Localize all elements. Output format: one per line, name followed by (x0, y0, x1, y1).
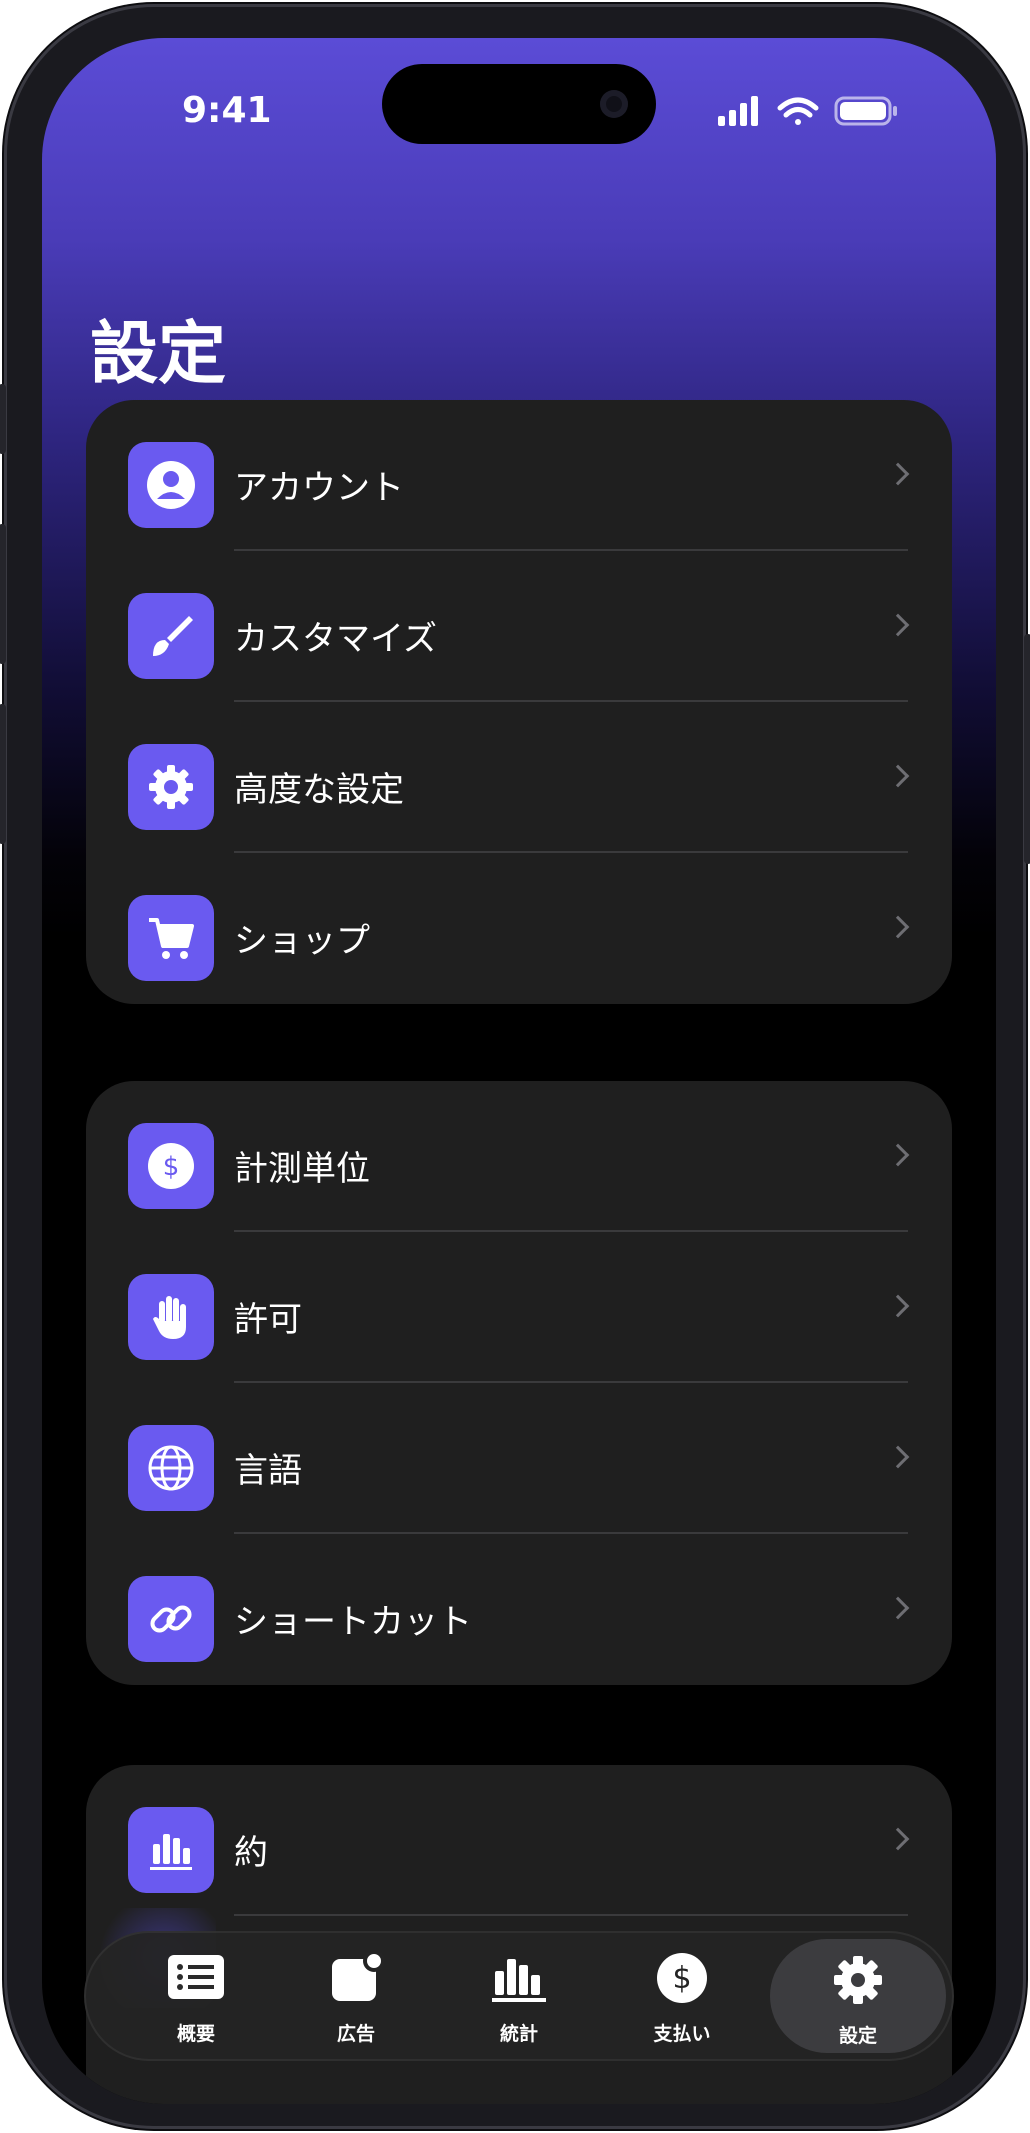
wifi-icon (777, 97, 819, 125)
status-bar: 9:41 (42, 38, 996, 158)
settings-row-units[interactable]: $ 計測単位 (86, 1081, 952, 1232)
bar-chart-icon (128, 1807, 214, 1893)
chevron-right-icon (886, 613, 910, 637)
dynamic-island (382, 64, 656, 144)
settings-row-account[interactable]: アカウント (86, 400, 952, 551)
tab-label: 広告 (336, 2023, 375, 2045)
settings-row-about[interactable]: 約 (86, 1765, 952, 1916)
dollar-circle-icon: $ (128, 1123, 214, 1209)
gear-icon (830, 1955, 886, 2005)
chevron-right-icon (886, 764, 910, 788)
tab-label: 支払い (653, 2023, 711, 2045)
link-icon (128, 1576, 214, 1662)
mute-switch (0, 384, 6, 454)
list-icon (168, 1953, 224, 2003)
settings-group-preferences: $ 計測単位 許可 言語 ショートカット (86, 1081, 952, 1685)
settings-row-label: 許可 (234, 1300, 302, 1340)
phone-frame: 9:41 設定 アカウント カスタマイズ 高度な設定 ショップ $ 計測単位 許… (0, 4, 1030, 2129)
svg-text:$: $ (163, 1152, 180, 1182)
globe-icon (128, 1425, 214, 1511)
screen: 9:41 設定 アカウント カスタマイズ 高度な設定 ショップ $ 計測単位 許… (42, 38, 996, 2104)
svg-text:$: $ (672, 1961, 691, 1996)
tab-label: 概要 (176, 2023, 215, 2045)
tab-bar: 概要 広告 統計 $ 支払い 設定 (84, 1931, 954, 2061)
chevron-right-icon (886, 1143, 910, 1167)
settings-row-label: 言語 (234, 1451, 302, 1491)
chevron-right-icon (886, 1445, 910, 1469)
tab-settings[interactable]: 設定 (770, 1939, 946, 2053)
tab-label: 設定 (838, 2025, 877, 2047)
gear-icon (128, 744, 214, 830)
battery-icon (834, 96, 897, 126)
chevron-right-icon (886, 1827, 910, 1851)
hand-icon (128, 1274, 214, 1360)
dollar-circle-icon: $ (654, 1953, 710, 2003)
chevron-right-icon (886, 462, 910, 486)
settings-row-label: カスタマイズ (234, 619, 437, 659)
settings-row-label: 高度な設定 (234, 770, 404, 810)
settings-row-label: 計測単位 (234, 1149, 370, 1189)
settings-row-label: アカウント (234, 468, 404, 508)
page-title: 設定 (90, 315, 227, 394)
tab-label: 統計 (499, 2023, 538, 2045)
paintbrush-icon (128, 593, 214, 679)
settings-group-main: アカウント カスタマイズ 高度な設定 ショップ (86, 400, 952, 1004)
settings-row-advanced[interactable]: 高度な設定 (86, 702, 952, 853)
divider (234, 1914, 908, 1916)
settings-row-language[interactable]: 言語 (86, 1383, 952, 1534)
volume-down-button (0, 704, 6, 844)
settings-row-shop[interactable]: ショップ (86, 853, 952, 1004)
settings-row-label: 約 (234, 1833, 268, 1873)
chevron-right-icon (886, 1596, 910, 1620)
chevron-right-icon (886, 1294, 910, 1318)
volume-up-button (0, 524, 6, 664)
bar-chart-icon (491, 1953, 547, 2003)
settings-row-label: ショートカット (234, 1602, 472, 1642)
settings-row-shortcuts[interactable]: ショートカット (86, 1534, 952, 1685)
power-button (1024, 634, 1030, 864)
settings-row-permissions[interactable]: 許可 (86, 1232, 952, 1383)
tab-payments[interactable]: $ 支払い (602, 1931, 762, 2061)
tab-ads[interactable]: 広告 (276, 1931, 436, 2061)
cart-icon (128, 895, 214, 981)
badge-square-icon (328, 1953, 384, 2003)
status-time: 9:41 (182, 90, 272, 131)
cellular-signal-icon (718, 96, 758, 126)
person-circle-icon (128, 442, 214, 528)
tab-stats[interactable]: 統計 (439, 1931, 599, 2061)
camera-icon (600, 90, 628, 118)
settings-row-customize[interactable]: カスタマイズ (86, 551, 952, 702)
chevron-right-icon (886, 915, 910, 939)
settings-row-label: ショップ (234, 921, 370, 961)
tab-overview[interactable]: 概要 (116, 1931, 276, 2061)
status-icons (718, 96, 897, 126)
